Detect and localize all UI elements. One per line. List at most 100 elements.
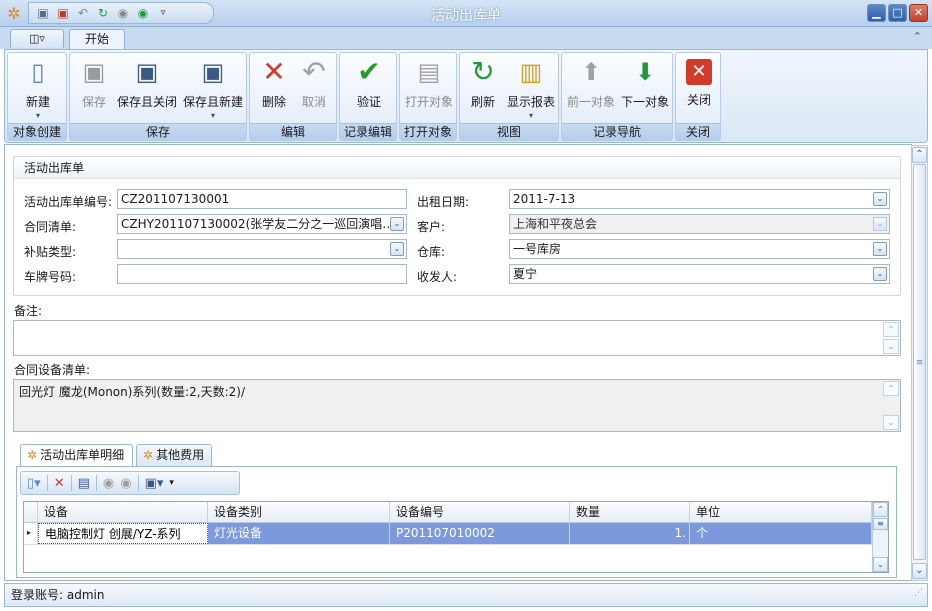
- code-field[interactable]: CZ201107130001: [117, 189, 407, 209]
- cell-code[interactable]: P201107010002: [390, 523, 570, 544]
- remark-scroll-up-icon[interactable]: ⌃: [883, 322, 899, 337]
- maximize-button[interactable]: □: [888, 4, 907, 22]
- grid-vertical-scrollbar[interactable]: ⌃ ≡ ⌄: [872, 502, 888, 572]
- application-menu-button[interactable]: ◫▿: [10, 29, 64, 48]
- col-qty[interactable]: 数量: [570, 502, 690, 523]
- date-field[interactable]: 2011-7-13 ⌄: [509, 189, 890, 209]
- equip-memo[interactable]: 回光灯 魔龙(Monon)系列(数量:2,天数:2)/ ⌃ ⌄: [13, 379, 901, 432]
- remark-scrollbar[interactable]: ⌃ ⌄: [883, 322, 899, 354]
- cell-unit[interactable]: 个: [690, 523, 872, 544]
- warehouse-field[interactable]: 一号库房 ⌄: [509, 239, 890, 259]
- date-dropdown-icon[interactable]: ⌄: [873, 192, 887, 206]
- resize-grip-icon[interactable]: ⋰: [914, 582, 923, 604]
- equip-scroll-down-icon[interactable]: ⌄: [883, 415, 899, 430]
- subsidy-field[interactable]: ⌄: [117, 239, 407, 259]
- edit-grid-icon[interactable]: ▤: [78, 476, 90, 491]
- arrow-down-circle-icon: ⬇: [634, 58, 656, 86]
- status-bar: 登录账号: admin ⋰: [4, 583, 928, 607]
- detail-grid: 设备 设备类别 设备编号 数量 单位 ▸ 电脑控制灯 创展/YZ-系列 灯光设备…: [23, 501, 889, 573]
- tab-start[interactable]: 开始: [69, 29, 125, 50]
- plate-field[interactable]: [117, 264, 407, 284]
- cell-qty[interactable]: 1.: [570, 523, 690, 544]
- gear-icon: ✲: [27, 448, 38, 462]
- col-code[interactable]: 设备编号: [390, 502, 570, 523]
- window-title: 活动出库单: [431, 8, 501, 24]
- cancel-button[interactable]: ↶ 取消: [294, 57, 334, 121]
- save-close-icon: ▣: [135, 58, 159, 86]
- scroll-up-icon[interactable]: ⌃: [912, 147, 927, 163]
- save-and-close-button[interactable]: ▣ 保存且关闭: [114, 57, 180, 121]
- new-button[interactable]: ▯ 新建 ▾: [14, 57, 62, 121]
- gear-icon: ✲: [143, 448, 154, 462]
- remark-memo[interactable]: ⌃ ⌄: [13, 320, 901, 356]
- receiver-field[interactable]: 夏宁 ⌄: [509, 264, 890, 284]
- delete-row-icon[interactable]: ✕: [54, 476, 65, 491]
- group-close: ✕ 关闭 关闭: [675, 52, 721, 141]
- warehouse-dropdown-icon[interactable]: ⌄: [873, 242, 887, 256]
- contract-dropdown-icon[interactable]: ⌄: [390, 217, 404, 231]
- print-icon[interactable]: ▣▾: [145, 476, 164, 491]
- cell-device[interactable]: 电脑控制灯 创展/YZ-系列: [38, 523, 208, 544]
- scroll-thumb[interactable]: ≡: [913, 164, 926, 560]
- save-new-dropdown-icon[interactable]: ▾: [180, 111, 246, 120]
- customer-field: 上海和平夜总会 ⌄: [509, 214, 890, 234]
- collapse-ribbon-icon[interactable]: ⌃: [913, 30, 922, 43]
- cell-category[interactable]: 灯光设备: [208, 523, 390, 544]
- toolbar-options-icon[interactable]: ▾: [169, 478, 174, 488]
- contract-field[interactable]: CZHY201107130002(张学友二分之一巡回演唱… ⌄: [117, 214, 407, 234]
- group-edit: ✕ 删除 ↶ 取消 编辑: [249, 52, 337, 141]
- delete-button[interactable]: ✕ 删除: [254, 57, 294, 121]
- new-dropdown-icon[interactable]: ▾: [14, 111, 62, 120]
- section-title: 活动出库单: [14, 157, 900, 179]
- col-device[interactable]: 设备: [38, 502, 208, 523]
- close-button[interactable]: ✕ 关闭: [679, 57, 719, 121]
- receiver-dropdown-icon[interactable]: ⌄: [873, 267, 887, 281]
- new-row-icon[interactable]: ▯▾: [27, 476, 41, 491]
- validate-button[interactable]: ✔ 验证: [348, 57, 390, 121]
- main-vertical-scrollbar[interactable]: ⌃ ≡ ⌄: [911, 145, 928, 581]
- new-document-icon: ▯: [31, 58, 45, 86]
- scroll-down-icon[interactable]: ⌄: [912, 563, 927, 579]
- subsidy-label: 补贴类型:: [24, 245, 77, 259]
- checkmark-icon: ✔: [357, 55, 381, 88]
- save-button[interactable]: ▣ 保存: [74, 57, 114, 121]
- move-down-icon[interactable]: ◉: [120, 476, 131, 491]
- open-object-icon: ▤: [417, 58, 441, 86]
- minimize-button[interactable]: ▁: [867, 4, 886, 22]
- ribbon: ▯ 新建 ▾ 对象创建 ▣ 保存 ▣ 保存且关闭 ▣ 保存且新建 ▾ 保存 ✕ …: [4, 49, 928, 143]
- group-object-create: ▯ 新建 ▾ 对象创建: [7, 52, 67, 141]
- save-new-icon: ▣: [201, 58, 225, 86]
- group-view: ↻ 刷新 ▥ 显示报表 ▾ 视图: [459, 52, 559, 141]
- contract-label: 合同清单:: [24, 220, 77, 234]
- report-dropdown-icon[interactable]: ▾: [504, 111, 558, 120]
- login-account: 登录账号: admin: [11, 588, 105, 602]
- equip-label: 合同设备清单:: [14, 363, 91, 377]
- col-category[interactable]: 设备类别: [208, 502, 390, 523]
- group-record-nav: ⬆ 前一对象 ⬇ 下一对象 记录导航: [561, 52, 673, 141]
- grid-scroll-thumb[interactable]: ≡: [873, 518, 888, 530]
- arrow-up-circle-icon: ⬆: [580, 58, 602, 86]
- tab-outbound-detail[interactable]: ✲ 活动出库单明细: [20, 444, 133, 467]
- refresh-button[interactable]: ↻ 刷新: [464, 57, 502, 121]
- grid-scroll-down-icon[interactable]: ⌄: [873, 557, 888, 572]
- equip-scrollbar[interactable]: ⌃ ⌄: [883, 381, 899, 430]
- grid-header: 设备 设备类别 设备编号 数量 单位: [24, 502, 888, 523]
- close-window-button[interactable]: ✕: [909, 4, 928, 22]
- report-clipboard-icon: ▥: [519, 58, 543, 86]
- move-up-icon[interactable]: ◉: [103, 476, 114, 491]
- group-open-object: ▤ 打开对象 打开对象: [399, 52, 457, 141]
- remark-scroll-down-icon[interactable]: ⌄: [883, 339, 899, 354]
- col-unit[interactable]: 单位: [690, 502, 872, 523]
- grid-scroll-up-icon[interactable]: ⌃: [873, 502, 888, 517]
- table-row[interactable]: ▸ 电脑控制灯 创展/YZ-系列 灯光设备 P201107010002 1. 个: [24, 523, 888, 544]
- refresh-icon: ↻: [471, 55, 495, 88]
- next-object-button[interactable]: ⬇ 下一对象: [618, 57, 672, 121]
- open-object-button[interactable]: ▤ 打开对象: [402, 57, 456, 121]
- tab-other-fees[interactable]: ✲ 其他费用: [136, 444, 212, 466]
- warehouse-label: 仓库:: [417, 245, 446, 259]
- equip-scroll-up-icon[interactable]: ⌃: [883, 381, 899, 396]
- subsidy-dropdown-icon[interactable]: ⌄: [390, 242, 404, 256]
- save-and-new-button[interactable]: ▣ 保存且新建 ▾: [180, 57, 246, 121]
- prev-object-button[interactable]: ⬆ 前一对象: [564, 57, 618, 121]
- show-report-button[interactable]: ▥ 显示报表 ▾: [504, 57, 558, 121]
